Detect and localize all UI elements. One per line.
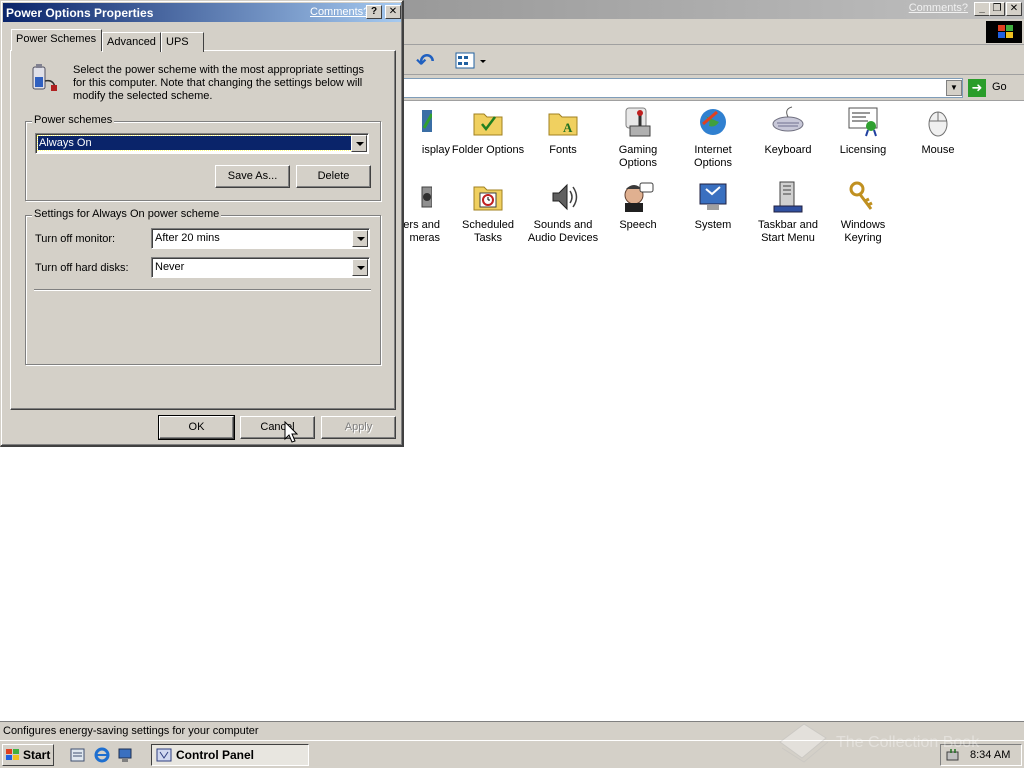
watermark: The Collection Book [776,720,1006,764]
restore-button[interactable]: ❐ [989,2,1005,16]
tab-ups[interactable]: UPS [161,32,204,52]
go-button[interactable]: ➜ Go [968,79,1018,97]
chevron-down-icon[interactable] [351,135,367,152]
status-text: Configures energy-saving settings for yo… [3,725,259,737]
disks-label: Turn off hard disks: [35,262,129,274]
cp-item-label: Windows Keyring [840,219,886,244]
taskbar-button-label: Control Panel [176,748,255,762]
save-as-button[interactable]: Save As... [215,165,290,188]
cp-item-label: Taskbar and Start Menu [758,219,818,244]
intro-text: Select the power scheme with the most ap… [73,64,365,102]
start-button[interactable]: Start [2,744,54,766]
cp-item-label: Keyboard [764,144,812,156]
go-label: Go [992,81,1007,93]
cp-item-label: Internet Options [694,144,732,169]
cp-item-internet-options[interactable]: Internet Options [675,106,751,170]
cp-item-scheduled-tasks[interactable]: Scheduled Tasks [450,181,526,245]
show-desktop-icon[interactable] [70,747,86,763]
scanners-cameras-icon [400,181,433,213]
mouse-icon [922,106,954,138]
cp-item-label: Fonts [549,144,577,156]
folder-options-icon [472,106,504,138]
quick-launch-network-icon[interactable] [117,747,133,763]
scheme-settings-group-label: Settings for Always On power scheme [32,208,222,220]
cp-item-label: Folder Options [451,144,525,156]
cp-item-gaming-options[interactable]: Gaming Options [600,106,676,170]
tab-power-schemes[interactable]: Power Schemes [11,29,102,51]
fonts-icon: A [547,106,579,138]
control-panel-icon [156,748,172,762]
go-arrow-icon: ➜ [968,79,986,97]
taskbar-button-control-panel[interactable]: Control Panel [151,744,309,766]
power-battery-icon [25,61,59,95]
selected-scheme: Always On [37,135,359,151]
address-input[interactable] [402,78,963,98]
cp-item-label: Sounds and Audio Devices [527,219,599,244]
cp-item-speech[interactable]: Speech [600,181,676,232]
cp-item-label: Gaming Options [618,144,658,169]
cp-comments-link[interactable]: Comments? [909,2,968,14]
cp-item-keyring[interactable]: Windows Keyring [825,181,901,245]
power-scheme-select[interactable]: Always On [35,133,369,154]
svg-text:A: A [563,120,573,135]
taskbar-icon [772,181,804,213]
chevron-down-icon[interactable] [352,230,368,247]
views-icon[interactable] [455,52,486,70]
start-label: Start [23,748,51,762]
system-icon [697,181,729,213]
cp-item-system[interactable]: System [675,181,751,232]
disks-timeout-value: Never [155,261,185,273]
ok-button[interactable]: OK [158,415,235,440]
cp-item-label: Mouse [921,144,955,156]
book-icon [779,723,829,763]
windows-logo-icon [986,21,1022,43]
dialog-titlebar[interactable]: Power Options Properties Comments? ? ✕ [3,3,401,22]
undo-icon[interactable]: ↶ [416,49,440,74]
cancel-button[interactable]: Cancel [240,416,315,439]
cp-item-label: Speech [619,219,657,231]
cp-item-fonts[interactable]: A Fonts [525,106,601,157]
dialog-comments-link[interactable]: Comments? [310,6,369,18]
licensing-icon [847,106,879,138]
cp-item-label: Scheduled Tasks [462,219,514,244]
close-button[interactable]: ✕ [1006,2,1022,16]
minimize-button[interactable]: _ [974,2,990,16]
mouse-cursor-icon [284,420,299,443]
cp-item-label: System [694,219,732,231]
monitor-timeout-value: After 20 mins [155,232,220,244]
cp-item-keyboard[interactable]: Keyboard [750,106,826,157]
speech-icon [622,181,654,213]
power-schemes-group-label: Power schemes [32,114,115,126]
chevron-down-icon[interactable] [352,259,368,276]
cp-item-licensing[interactable]: Licensing [825,106,901,157]
watermark-text: The Collection Book [836,734,980,751]
internet-options-icon [697,106,729,138]
keyring-icon [847,181,879,213]
monitor-timeout-select[interactable]: After 20 mins [151,228,370,249]
cp-item-label: Licensing [839,144,887,156]
gaming-options-icon [622,106,654,138]
windows-flag-icon [6,749,20,761]
internet-explorer-icon[interactable] [94,747,110,763]
dialog-close-button[interactable]: ✕ [385,5,401,19]
scheduled-tasks-icon [472,181,504,213]
settings-separator [34,289,371,291]
address-dropdown-button[interactable]: ▼ [946,80,962,96]
help-button[interactable]: ? [366,5,382,19]
cp-item-mouse[interactable]: Mouse [900,106,976,157]
disks-timeout-select[interactable]: Never [151,257,370,278]
monitor-label: Turn off monitor: [35,233,116,245]
cp-item-folder-options[interactable]: Folder Options [450,106,526,157]
delete-button[interactable]: Delete [296,165,371,188]
cp-item-sounds[interactable]: Sounds and Audio Devices [525,181,601,245]
power-options-dialog: Power Options Properties Comments? ? ✕ P… [0,0,404,447]
keyboard-icon [772,106,804,138]
sounds-icon [547,181,579,213]
display-icon [400,106,434,138]
cp-item-taskbar[interactable]: Taskbar and Start Menu [750,181,826,245]
apply-button[interactable]: Apply [321,416,396,439]
dialog-title: Power Options Properties [6,6,154,20]
tab-advanced[interactable]: Advanced [102,32,161,52]
